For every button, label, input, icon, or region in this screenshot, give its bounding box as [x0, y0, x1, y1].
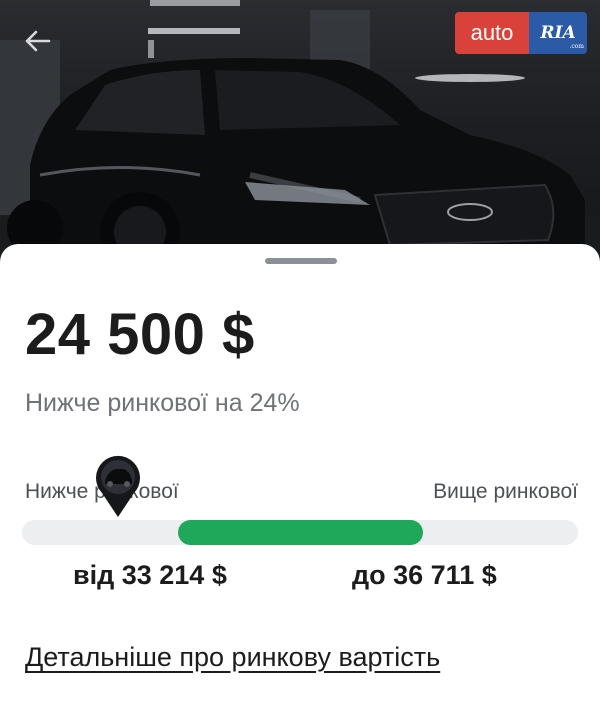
arrow-left-icon: [25, 30, 51, 52]
autoria-logo: auto RIA .com: [455, 12, 587, 54]
market-range-to: до 36 711 $: [352, 560, 497, 590]
range-label-high: Вище ринкової: [433, 480, 578, 503]
logo-ria-part: RIA .com: [529, 12, 587, 54]
listing-photo[interactable]: auto RIA .com: [0, 0, 600, 262]
back-button[interactable]: [20, 24, 54, 58]
market-range-fill: [178, 520, 423, 545]
listing-price: 24 500 $: [25, 302, 255, 367]
market-range-bar: [22, 520, 578, 545]
logo-auto-part: auto: [455, 12, 529, 54]
sheet-drag-handle[interactable]: [265, 258, 337, 264]
market-range-from: від 33 214 $: [73, 560, 227, 590]
price-market-comparison: Нижче ринкової на 24%: [25, 389, 300, 417]
market-value-details-link[interactable]: Детальніше про ринкову вартість: [25, 642, 440, 673]
car-location-pin-icon: [96, 455, 140, 517]
price-bottom-sheet: 24 500 $ Нижче ринкової на 24% Нижче рин…: [0, 244, 600, 706]
